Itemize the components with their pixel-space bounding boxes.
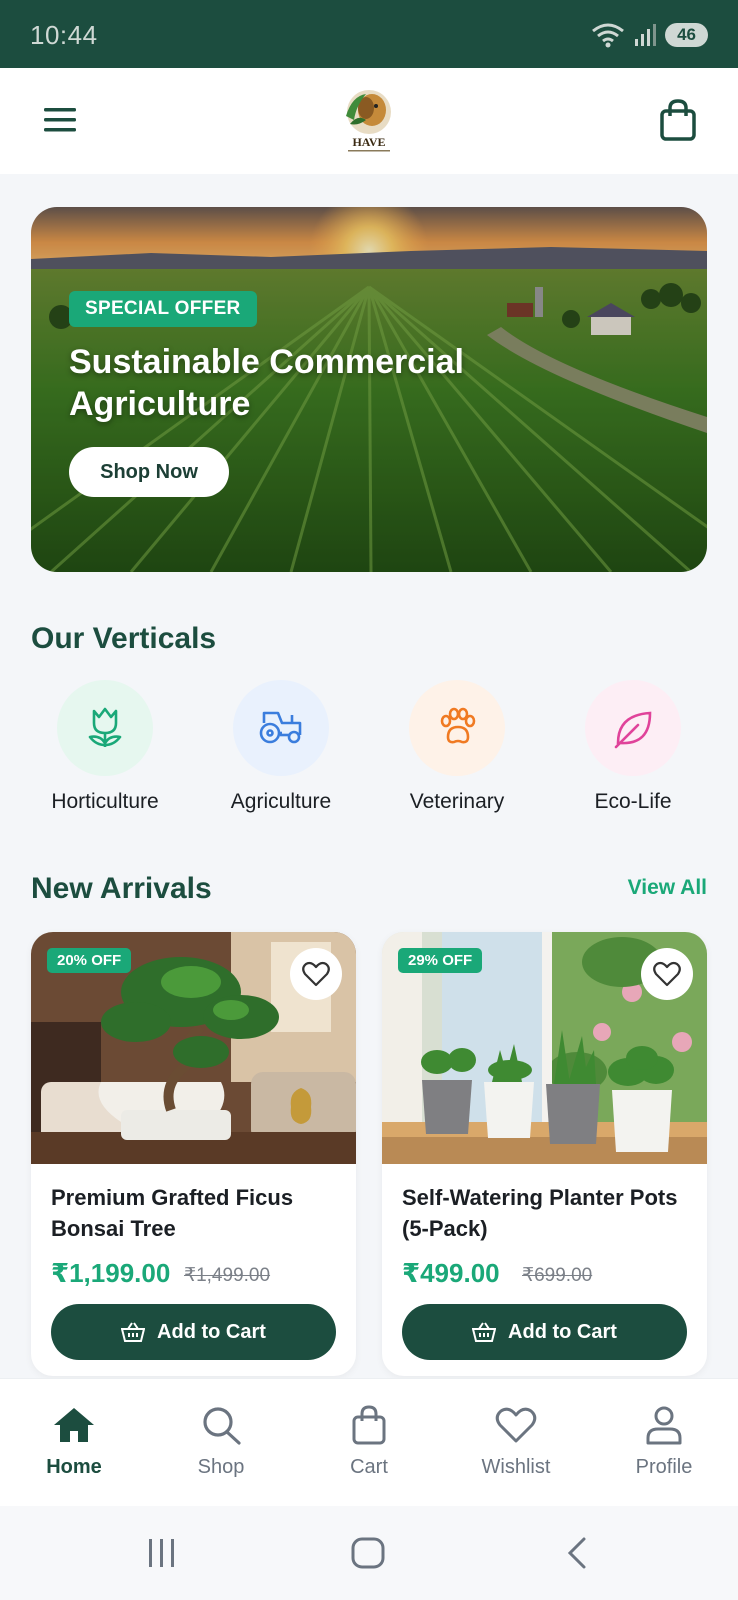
new-arrivals-title: New Arrivals: [31, 872, 212, 905]
heart-icon[interactable]: [641, 948, 693, 1000]
svg-text:HAVE: HAVE: [352, 135, 385, 149]
special-offer-badge: SPECIAL OFFER: [69, 291, 257, 327]
app-header: HAVE: [0, 68, 738, 174]
vertical-eco-life[interactable]: Eco-Life: [545, 680, 721, 814]
vertical-horticulture[interactable]: Horticulture: [17, 680, 193, 814]
tulip-icon: [57, 680, 153, 776]
nav-cart[interactable]: Cart: [309, 1405, 429, 1479]
leaf-icon: [585, 680, 681, 776]
view-all-link[interactable]: View All: [628, 876, 707, 900]
search-icon: [203, 1407, 241, 1445]
heart-icon[interactable]: [290, 948, 342, 1000]
battery-indicator: 46: [665, 23, 708, 47]
nav-label: Wishlist: [481, 1456, 551, 1478]
product-name[interactable]: Premium Grafted Ficus Bonsai Tree: [51, 1182, 341, 1244]
nav-label: Home: [46, 1456, 102, 1478]
add-to-cart-label: Add to Cart: [157, 1320, 266, 1343]
product-card[interactable]: 29% OFF Self-Watering Planter Pots (5-Pa…: [382, 932, 707, 1376]
discount-badge: 20% OFF: [47, 948, 132, 973]
vertical-label: Horticulture: [51, 790, 159, 813]
nav-profile[interactable]: Profile: [604, 1405, 724, 1479]
heart-icon: [495, 1407, 537, 1443]
shopping-bag-icon[interactable]: [658, 98, 698, 142]
cart-bag-icon: [352, 1405, 386, 1445]
nav-label: Shop: [197, 1456, 245, 1478]
product-old-price: ₹1,499.00: [184, 1265, 271, 1286]
hamburger-menu-icon[interactable]: [40, 100, 80, 140]
vertical-agriculture[interactable]: Agriculture: [193, 680, 369, 814]
user-icon: [646, 1406, 682, 1445]
back-icon[interactable]: [562, 1536, 592, 1570]
add-to-cart-button[interactable]: Add to Cart: [402, 1304, 687, 1360]
nav-label: Profile: [635, 1456, 693, 1478]
vertical-label: Eco-Life: [594, 790, 672, 813]
bottom-nav: Home Shop Cart Wishlist Profile: [0, 1378, 738, 1506]
discount-badge: 29% OFF: [398, 948, 483, 973]
status-bar: 10:44 46: [0, 0, 738, 68]
brand-logo[interactable]: HAVE: [336, 86, 402, 156]
hero-banner[interactable]: SPECIAL OFFER Sustainable Commercial Agr…: [31, 207, 707, 572]
home-button-icon[interactable]: [350, 1536, 386, 1570]
home-icon: [54, 1408, 94, 1442]
status-icons: 46: [591, 22, 708, 48]
add-to-cart-button[interactable]: Add to Cart: [51, 1304, 336, 1360]
hero-title: Sustainable Commercial Agriculture: [69, 343, 464, 423]
signal-icon: [635, 24, 657, 46]
recent-apps-icon[interactable]: [145, 1536, 179, 1570]
basket-icon: [472, 1322, 497, 1342]
add-to-cart-label: Add to Cart: [508, 1320, 617, 1343]
product-old-price: ₹699.00: [522, 1265, 593, 1286]
nav-shop[interactable]: Shop: [161, 1405, 281, 1479]
basket-icon: [121, 1322, 146, 1342]
product-price: ₹499.00: [402, 1258, 500, 1288]
shop-now-button[interactable]: Shop Now: [69, 447, 229, 497]
product-name[interactable]: Self-Watering Planter Pots (5-Pack): [402, 1182, 692, 1244]
verticals-title: Our Verticals: [31, 622, 217, 655]
nav-label: Cart: [350, 1456, 388, 1478]
paw-icon: [409, 680, 505, 776]
vertical-label: Agriculture: [230, 790, 332, 813]
status-time: 10:44: [30, 20, 98, 50]
nav-wishlist[interactable]: Wishlist: [456, 1405, 576, 1479]
product-price: ₹1,199.00: [51, 1258, 171, 1288]
vertical-veterinary[interactable]: Veterinary: [369, 680, 545, 814]
vertical-label: Veterinary: [409, 790, 505, 813]
tractor-icon: [233, 680, 329, 776]
wifi-icon: [592, 23, 625, 48]
nav-home[interactable]: Home: [14, 1405, 134, 1479]
system-nav-bar: [0, 1506, 738, 1600]
product-card[interactable]: 20% OFF Premium Grafted Ficus Bonsai Tre…: [31, 932, 356, 1376]
